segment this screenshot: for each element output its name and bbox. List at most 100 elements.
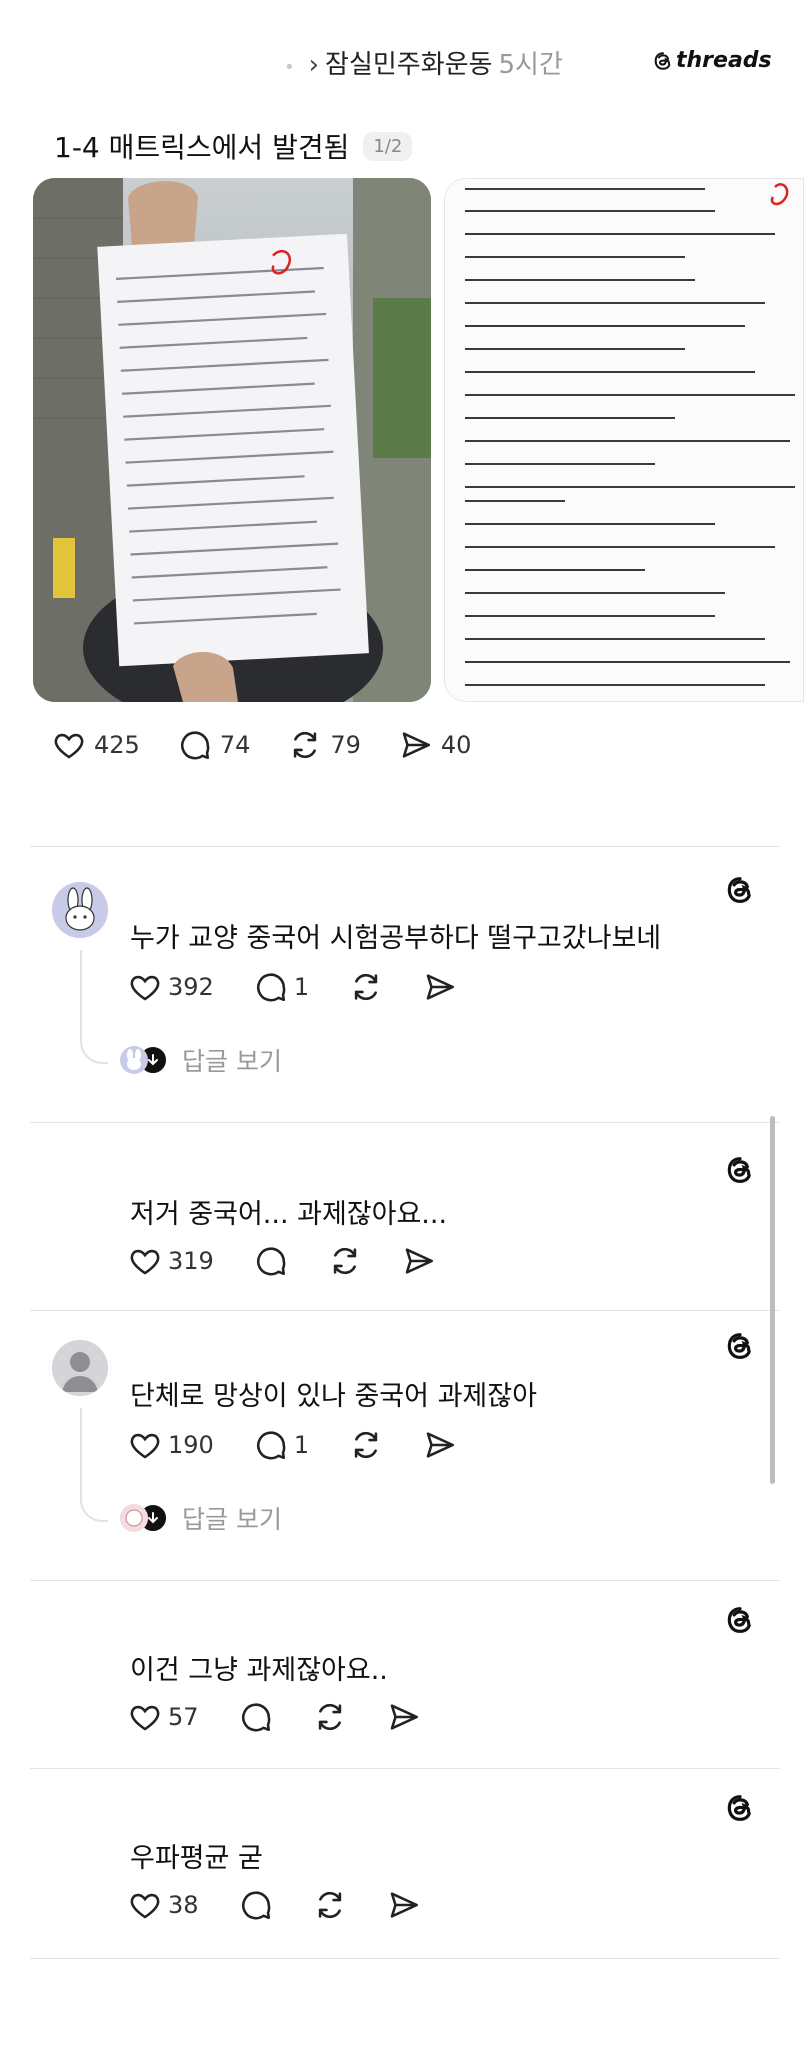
post-header: • › 잠실민주화운동 5시간 threads bbox=[0, 38, 804, 86]
view-replies-label: 답글 보기 bbox=[182, 1505, 282, 1534]
like-button[interactable]: 57 bbox=[128, 1700, 199, 1734]
comment-icon bbox=[241, 1891, 270, 1920]
share-button[interactable] bbox=[387, 1888, 421, 1922]
comment-count: 74 bbox=[219, 731, 251, 759]
scrollbar[interactable] bbox=[770, 1116, 775, 1484]
reply-actions: 319 bbox=[128, 1244, 436, 1278]
send-icon bbox=[390, 1892, 418, 1918]
share-count: 40 bbox=[440, 731, 472, 759]
like-button[interactable]: 319 bbox=[128, 1244, 214, 1278]
like-button[interactable]: 38 bbox=[128, 1888, 199, 1922]
comment-button[interactable] bbox=[239, 1888, 273, 1922]
threads-logo-icon bbox=[727, 877, 751, 903]
comment-count: 1 bbox=[293, 973, 310, 1001]
heart-icon bbox=[130, 975, 160, 1001]
threads-logo-icon bbox=[727, 1333, 751, 1359]
reply-avatar bbox=[120, 1504, 148, 1532]
comment-icon bbox=[256, 973, 286, 1002]
default-user-icon bbox=[52, 1340, 108, 1396]
threads-brand: threads bbox=[652, 48, 772, 73]
threads-logo-icon bbox=[727, 1607, 751, 1633]
divider bbox=[30, 1958, 780, 1959]
reply-item: 우파평균 굳 38 bbox=[0, 1768, 804, 1958]
heart-icon bbox=[130, 1433, 160, 1459]
breadcrumb: • › 잠실민주화운동 5시간 bbox=[284, 44, 563, 81]
reply-actions: 190 1 bbox=[128, 1428, 457, 1462]
like-count: 57 bbox=[168, 1703, 199, 1731]
view-replies-label: 답글 보기 bbox=[182, 1047, 282, 1076]
repost-button[interactable] bbox=[328, 1244, 362, 1278]
repost-button[interactable] bbox=[349, 970, 383, 1004]
share-button[interactable] bbox=[387, 1700, 421, 1734]
share-button[interactable] bbox=[423, 970, 457, 1004]
reply-avatar bbox=[120, 1046, 148, 1074]
repost-count: 79 bbox=[330, 731, 361, 759]
repost-button[interactable] bbox=[349, 1428, 383, 1462]
like-button[interactable]: 190 bbox=[128, 1428, 214, 1462]
post-time: 5시간 bbox=[498, 50, 563, 80]
send-icon bbox=[390, 1704, 418, 1730]
heart-icon bbox=[130, 1705, 160, 1731]
quiz-photo-icon bbox=[33, 178, 431, 702]
image-pager: 1/2 bbox=[363, 131, 413, 161]
avatar[interactable] bbox=[52, 882, 108, 938]
character-avatar-icon bbox=[120, 1504, 148, 1532]
quiz-scan-icon bbox=[445, 179, 803, 701]
threads-logo-icon bbox=[654, 51, 671, 70]
comment-button[interactable] bbox=[239, 1700, 273, 1734]
reply-actions: 57 bbox=[128, 1700, 421, 1734]
like-count: 190 bbox=[168, 1431, 214, 1459]
repost-icon bbox=[354, 973, 378, 1001]
threads-logo-icon bbox=[727, 1157, 751, 1183]
thread-connector bbox=[80, 950, 108, 1064]
view-replies-button[interactable]: 답글 보기 bbox=[120, 1500, 282, 1536]
send-icon bbox=[426, 974, 455, 1000]
reply-item: 단체로 망상이 있나 중국어 과제잖아 190 1 답글 보기 bbox=[0, 1310, 804, 1580]
avatar[interactable] bbox=[52, 1340, 108, 1396]
discovery-label: 1-4 매트릭스에서 발견됨 1/2 bbox=[54, 126, 413, 166]
repost-button[interactable] bbox=[313, 1700, 347, 1734]
bunny-avatar-icon bbox=[52, 882, 108, 938]
heart-icon bbox=[130, 1893, 160, 1919]
post-image-2[interactable] bbox=[444, 178, 804, 702]
post-stats: 425 74 79 40 bbox=[52, 728, 471, 762]
share-button[interactable] bbox=[402, 1244, 436, 1278]
heart-icon bbox=[130, 1249, 160, 1275]
view-replies-button[interactable]: 답글 보기 bbox=[120, 1042, 282, 1078]
repost-button[interactable]: 79 bbox=[288, 728, 361, 762]
repost-icon bbox=[294, 731, 317, 759]
reply-actions: 392 1 bbox=[128, 970, 457, 1004]
thread-connector bbox=[80, 1408, 108, 1522]
comment-icon bbox=[241, 1703, 270, 1732]
bunny-avatar-icon bbox=[127, 1049, 141, 1070]
reply-text: 단체로 망상이 있나 중국어 과제잖아 bbox=[130, 1381, 537, 1412]
post-image-1[interactable] bbox=[33, 178, 431, 702]
group-name-link[interactable]: 잠실민주화운동 bbox=[325, 50, 492, 80]
like-button[interactable]: 425 bbox=[52, 728, 140, 762]
repost-icon bbox=[354, 1431, 378, 1459]
threads-logo-icon bbox=[727, 1795, 751, 1821]
reply-item: 이건 그냥 과제잖아요.. 57 bbox=[0, 1580, 804, 1768]
reply-text: 저거 중국어... 과제잖아요... bbox=[130, 1199, 448, 1230]
repost-icon bbox=[333, 1247, 357, 1275]
comment-icon bbox=[180, 731, 210, 760]
heart-icon bbox=[54, 733, 84, 759]
comment-button[interactable] bbox=[254, 1244, 288, 1278]
repost-button[interactable] bbox=[313, 1888, 347, 1922]
comment-button[interactable]: 1 bbox=[254, 970, 309, 1004]
comment-button[interactable]: 74 bbox=[178, 728, 251, 762]
like-count: 392 bbox=[168, 973, 214, 1001]
chevron-right-icon: › bbox=[308, 50, 320, 80]
like-count: 425 bbox=[94, 731, 140, 759]
found-text: 1-4 매트릭스에서 발견됨 bbox=[54, 131, 350, 164]
share-button[interactable] bbox=[423, 1428, 457, 1462]
dot-separator: • bbox=[284, 57, 295, 78]
like-count: 38 bbox=[168, 1891, 199, 1919]
reply-item: 누가 교양 중국어 시험공부하다 떨구고갔나보네 392 1 답글 보기 bbox=[0, 846, 804, 1122]
comment-button[interactable]: 1 bbox=[254, 1428, 309, 1462]
share-button[interactable]: 40 bbox=[399, 728, 472, 762]
reply-item: 저거 중국어... 과제잖아요... 319 bbox=[0, 1122, 804, 1310]
reply-text: 우파평균 굳 bbox=[130, 1843, 263, 1874]
reply-actions: 38 bbox=[128, 1888, 421, 1922]
like-button[interactable]: 392 bbox=[128, 970, 214, 1004]
